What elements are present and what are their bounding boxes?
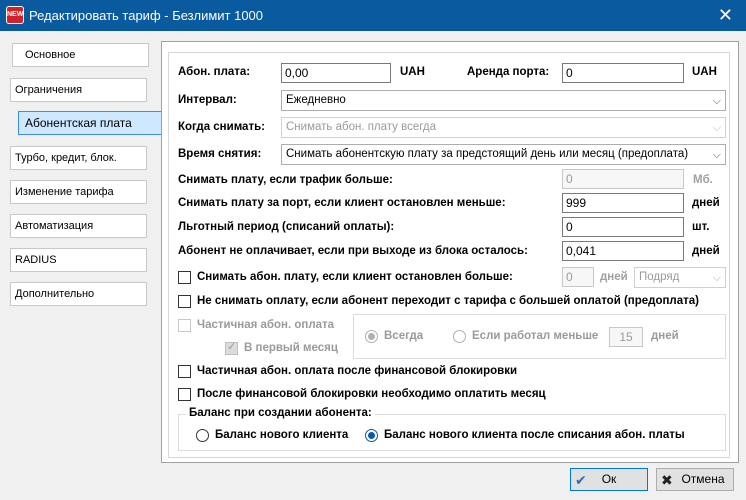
when-charge-value: Снимать абон. плату всегда: [286, 121, 437, 133]
tab-ogranicheniya[interactable]: Ограничения: [10, 78, 147, 102]
cancel-label: Отмена: [681, 472, 725, 486]
stopped-more-input[interactable]: 0: [562, 267, 594, 287]
balance-new-label: Баланс нового клиента: [215, 429, 349, 441]
first-month-checkbox[interactable]: ✓: [225, 341, 238, 355]
not-paying-unit: дней: [692, 245, 720, 257]
interval-select[interactable]: Ежедневно ⌵: [281, 90, 726, 111]
close-window-button[interactable]: ✕: [718, 4, 733, 26]
tab-izmenenie-tarifa[interactable]: Изменение тарифа: [10, 180, 147, 204]
stopped-more-mode-select[interactable]: Подряд ⌵: [634, 267, 726, 288]
pay-month-after-block-checkbox[interactable]: [178, 388, 191, 401]
port-stopped-unit: дней: [692, 197, 720, 209]
ok-button[interactable]: ✔ Ок: [570, 468, 648, 491]
stopped-more-label: Снимать абон. плату, если клиент останов…: [197, 271, 513, 283]
port-rent-input[interactable]: 0: [562, 63, 684, 83]
cancel-button[interactable]: ✖ Отмена: [656, 468, 734, 491]
ok-label: Ок: [601, 472, 617, 486]
charge-time-value: Снимать абонентскую плату за предстоящий…: [286, 148, 689, 160]
window-title: Редактировать тариф - Безлимит 1000: [29, 8, 264, 23]
worked-less-radio[interactable]: [453, 330, 466, 343]
not-paying-input[interactable]: 0,041: [562, 241, 684, 261]
fee-label: Абон. плата:: [178, 66, 251, 78]
balance-after-label: Баланс нового клиента после списания або…: [384, 429, 685, 441]
chevron-down-icon: ⌵: [712, 272, 721, 284]
close-icon: ✖: [661, 472, 673, 488]
traffic-over-unit: Мб.: [693, 174, 713, 186]
title-bar: NEW Редактировать тариф - Безлимит 1000 …: [0, 0, 746, 31]
tab-turbo-kredit[interactable]: Турбо, кредит, блок.: [10, 146, 147, 170]
always-label: Всегда: [384, 330, 424, 342]
first-month-label: В первый месяц: [244, 342, 338, 354]
grace-period-unit: шт.: [692, 221, 710, 233]
port-stopped-label: Снимать плату за порт, если клиент остан…: [178, 197, 506, 209]
balance-after-radio[interactable]: [365, 429, 378, 442]
app-icon: NEW: [6, 6, 24, 24]
stopped-more-checkbox[interactable]: [178, 271, 191, 284]
when-charge-label: Когда снимать:: [178, 121, 265, 133]
always-radio[interactable]: [365, 330, 378, 343]
worked-less-label: Если работал меньше: [472, 330, 599, 342]
balance-group-legend: Баланс при создании абонента:: [186, 407, 375, 419]
worked-less-unit: дней: [651, 330, 679, 342]
partial-payment-checkbox[interactable]: [178, 319, 191, 332]
port-stopped-input[interactable]: 999: [562, 193, 684, 213]
chevron-down-icon: ⌵: [712, 149, 721, 161]
interval-value: Ежедневно: [286, 94, 346, 106]
tab-osnovnoe[interactable]: Основное: [12, 43, 149, 67]
grace-period-label: Льготный период (списаний оплаты):: [178, 221, 395, 233]
chevron-down-icon: ⌵: [712, 122, 721, 134]
charge-time-label: Время снятия:: [178, 148, 262, 160]
chevron-down-icon: ⌵: [712, 95, 721, 107]
tab-avtomatizatsiya[interactable]: Автоматизация: [10, 214, 147, 238]
stopped-more-unit: дней: [600, 271, 628, 283]
no-charge-transfer-label: Не снимать оплату, если абонент переходи…: [197, 295, 699, 307]
fee-unit: UAH: [400, 66, 425, 78]
port-rent-label: Аренда порта:: [467, 66, 550, 78]
tab-radius[interactable]: RADIUS: [10, 248, 147, 272]
no-charge-transfer-checkbox[interactable]: [178, 295, 191, 308]
interval-label: Интервал:: [178, 94, 237, 106]
partial-payment-label: Частичная абон. оплата: [197, 319, 335, 331]
check-icon: ✔: [575, 472, 587, 488]
stopped-more-mode-value: Подряд: [639, 271, 680, 283]
when-charge-select[interactable]: Снимать абон. плату всегда ⌵: [281, 117, 726, 138]
grace-period-input[interactable]: 0: [562, 217, 684, 237]
check-icon: ✓: [227, 341, 237, 353]
worked-less-input[interactable]: 15: [609, 327, 643, 347]
fee-input[interactable]: 0,00: [281, 63, 391, 83]
traffic-over-label: Снимать плату, если трафик больше:: [178, 174, 393, 186]
not-paying-label: Абонент не оплачивает, если при выходе и…: [178, 245, 528, 257]
tab-abonentskaya-plata[interactable]: Абонентская плата: [18, 111, 166, 135]
pay-month-after-block-label: После финансовой блокировки необходимо о…: [197, 388, 546, 400]
balance-new-radio[interactable]: [196, 429, 209, 442]
traffic-over-input[interactable]: 0: [562, 169, 684, 189]
partial-after-block-label: Частичная абон. оплата после финансовой …: [197, 365, 518, 377]
tab-dopolnitelno[interactable]: Дополнительно: [10, 282, 147, 306]
port-rent-unit: UAH: [692, 66, 717, 78]
charge-time-select[interactable]: Снимать абонентскую плату за предстоящий…: [281, 144, 726, 165]
partial-after-block-checkbox[interactable]: [178, 365, 191, 378]
